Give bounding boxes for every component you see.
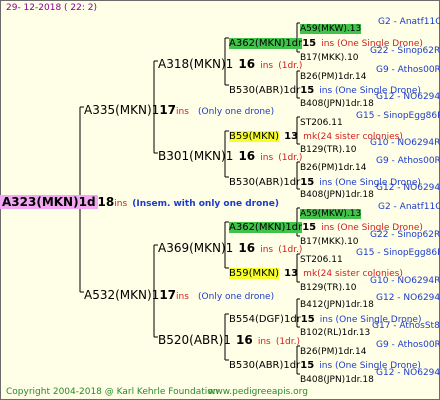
node-label: B17(MKK).10 [300, 237, 359, 247]
root-ins-count: 18 [97, 195, 115, 209]
level2-node[interactable]: B301(MKN)1 16 ins (1dr.) [158, 147, 302, 163]
level1-node[interactable]: A335(MKN)117ins (Only one drone) [84, 101, 274, 117]
node-label: B530(ABR)1dr [229, 360, 301, 371]
node-label: B26(PM)1dr.14 [300, 163, 367, 173]
node-meta: G22 - Sinop62R [370, 46, 440, 56]
node-ins-suffix: ins [260, 153, 274, 163]
level4-node[interactable]: B408(JPN)1dr.18 G12 - NO6294R [300, 184, 440, 200]
level4-node[interactable]: B129(TR).10 G10 - NO6294R [300, 277, 440, 293]
level4-node[interactable]: B17(MKK).10 G22 - Sinop62R [300, 47, 440, 63]
node-ins-count: 16 [236, 333, 253, 347]
level4-node[interactable]: B26(PM)1dr.14 G9 - Athos00R [300, 157, 440, 173]
node-label: A335(MKN)1 [84, 103, 160, 117]
root-note: (Insem. with only one drone) [132, 199, 279, 209]
node-label: B59(MKN) [229, 131, 280, 142]
node-label: B129(TR).10 [300, 283, 357, 293]
level4-node[interactable]: B408(JPN)1dr.18 G12 - NO6294R [300, 93, 440, 109]
node-label: A59(MKW).13 [300, 24, 362, 34]
node-label: B408(JPN)1dr.18 [300, 99, 374, 109]
node-label: ST206.11 [300, 255, 343, 265]
node-label: B26(PM)1dr.14 [300, 72, 367, 82]
node-note: (1dr.) [275, 337, 301, 347]
node-label: A532(MKN)1 [84, 288, 160, 302]
level2-node[interactable]: A318(MKN)1 16 ins (1dr.) [158, 55, 302, 71]
node-label: A362(MKN)1dr [229, 222, 303, 233]
level4-node[interactable]: B408(JPN)1dr.18 G12 - NO6294R [300, 369, 440, 385]
node-ins-suffix: ins [176, 292, 189, 302]
copyright-text: Copyright 2004-2018 @ Karl Kehrle Founda… [6, 387, 219, 397]
node-meta: G15 - SinopEgg86R [356, 111, 440, 121]
node-ins-suffix: ins [260, 61, 274, 71]
node-meta: G2 - Anatf11Q [378, 202, 440, 212]
node-ins-suffix: ins [257, 337, 271, 347]
node-label: B129(TR).10 [300, 145, 357, 155]
root-queen-label: A323(MKN)1d [0, 195, 98, 209]
node-meta: G9 - Athos00R [376, 340, 440, 350]
level4-node[interactable]: B17(MKK).10 G22 - Sinop62R [300, 231, 440, 247]
node-note: (1dr.) [278, 153, 303, 163]
node-note: (Only one drone) [198, 292, 275, 302]
level4-node[interactable]: A59(MKW).13 G2 - Anatf11Q [300, 18, 440, 34]
level4-node[interactable]: B129(TR).10 G10 - NO6294R [300, 139, 440, 155]
node-label: ST206.11 [300, 118, 343, 128]
node-label: B408(JPN)1dr.18 [300, 190, 374, 200]
node-meta: G2 - Anatf11Q [378, 17, 440, 27]
site-url[interactable]: www.pedigreeapis.org [208, 388, 308, 397]
node-label: A59(MKW).13 [300, 209, 362, 219]
node-meta: G9 - Athos00R [376, 156, 440, 166]
node-ins-count: 16 [238, 149, 256, 163]
node-meta: G17 - AthosSt80R [372, 321, 440, 331]
node-meta: G12 - NO6294R [376, 293, 440, 303]
node-meta: G10 - NO6294R [370, 276, 440, 286]
level4-node[interactable]: ST206.11 G15 - SinopEgg86R [300, 249, 440, 265]
root-queen[interactable]: A323(MKN)1d 18ins (Insem. with only one d… [0, 193, 279, 209]
node-label: A369(MKN)1 [158, 241, 234, 255]
node-label: B26(PM)1dr.14 [300, 347, 367, 357]
node-label: B408(JPN)1dr.18 [300, 375, 374, 385]
node-label: A362(MKN)1dr [229, 38, 303, 49]
node-ins-count: 13 [284, 131, 299, 142]
node-label: B530(ABR)1dr [229, 85, 301, 96]
node-label: B554(DGF)1dr [229, 314, 301, 325]
node-label: B102(RL)1dr.13 [300, 328, 371, 338]
level1-node[interactable]: A532(MKN)117ins (Only one drone) [84, 286, 274, 302]
level4-node[interactable]: B102(RL)1dr.13G17 - AthosSt80R [300, 322, 440, 338]
node-label: A318(MKN)1 [158, 57, 234, 71]
node-meta: G15 - SinopEgg86R [356, 248, 440, 258]
node-label: B530(ABR)1dr [229, 177, 301, 188]
level4-node[interactable]: A59(MKW).13 G2 - Anatf11Q [300, 203, 440, 219]
node-label: B301(MKN)1 [158, 149, 234, 163]
node-ins-count: 17 [159, 288, 177, 302]
node-meta: G10 - NO6294R [370, 138, 440, 148]
level2-node[interactable]: A369(MKN)1 16 ins (1dr.) [158, 239, 302, 255]
pedigree-frame: 29- 12-2018 ( 22: 2) Copyright 2004-2018… [0, 0, 440, 400]
root-ins-suffix: ins [114, 199, 128, 209]
node-note: (1dr.) [278, 61, 303, 71]
node-ins-count: 16 [238, 57, 256, 71]
level4-node[interactable]: B26(PM)1dr.14 G9 - Athos00R [300, 341, 440, 357]
print-date: 29- 12-2018 ( 22: 2) [6, 3, 97, 13]
node-meta: G9 - Athos00R [376, 65, 440, 75]
node-label: B520(ABR)1 [158, 333, 231, 347]
node-label: B17(MKK).10 [300, 53, 359, 63]
level4-node[interactable]: B412(JPN)1dr.18 G12 - NO6294R [300, 294, 440, 310]
node-meta: G12 - NO6294R [376, 183, 440, 193]
level4-node[interactable]: ST206.11 G15 - SinopEgg86R [300, 112, 440, 128]
node-note: (1dr.) [278, 245, 303, 255]
node-meta: G22 - Sinop62R [370, 230, 440, 240]
node-ins-count: 16 [238, 241, 256, 255]
node-ins-count: 17 [159, 103, 177, 117]
node-label: B412(JPN)1dr.18 [300, 300, 374, 310]
node-ins-count: 13 [284, 268, 299, 279]
node-ins-suffix: ins [176, 107, 189, 117]
node-meta: G12 - NO6294R [376, 368, 440, 378]
level2-node[interactable]: B520(ABR)1 16 ins (1dr.) [158, 331, 300, 347]
node-meta: G12 - NO6294R [376, 92, 440, 102]
level4-node[interactable]: B26(PM)1dr.14 G9 - Athos00R [300, 66, 440, 82]
node-ins-suffix: ins [260, 245, 274, 255]
node-label: B59(MKN) [229, 268, 280, 279]
node-note: (Only one drone) [198, 107, 275, 117]
